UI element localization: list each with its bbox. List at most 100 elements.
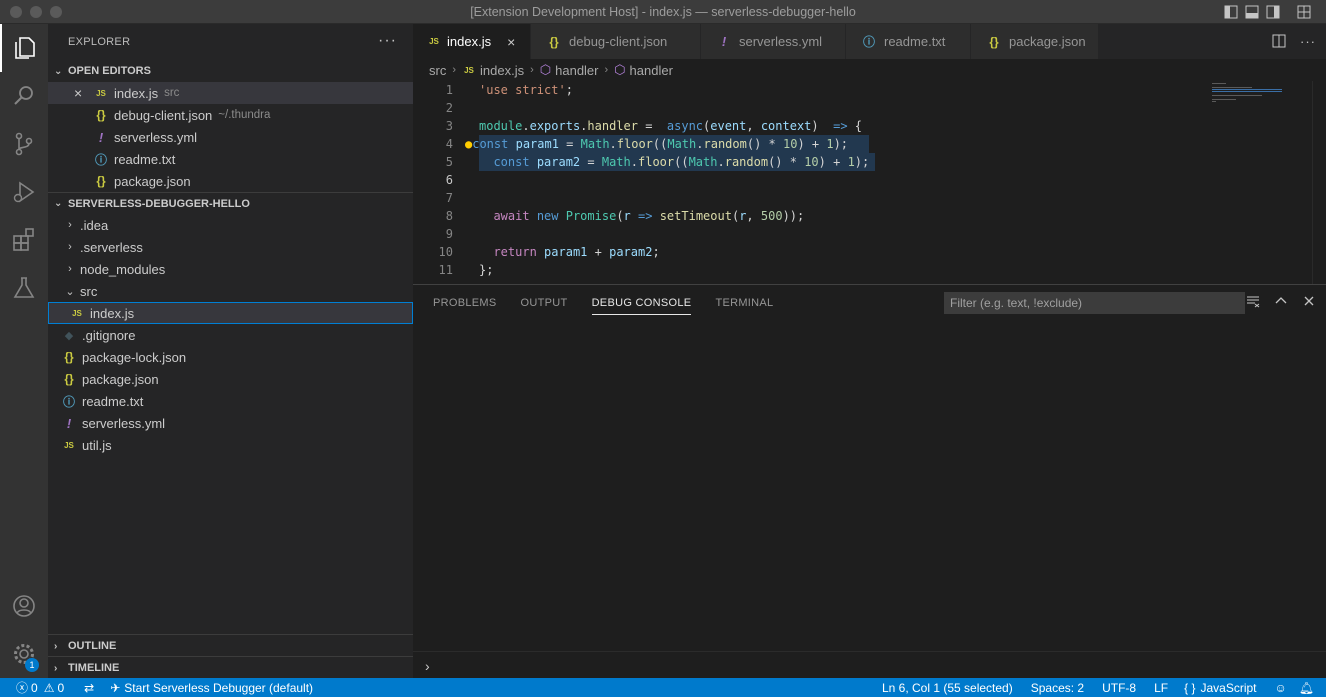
- open-editors-label: OPEN EDITORS: [68, 65, 151, 77]
- tab-debug-client-json[interactable]: {} debug-client.json: [531, 24, 701, 59]
- manage-activity[interactable]: 1: [0, 630, 48, 678]
- folder-item[interactable]: ⌄ src: [48, 280, 413, 302]
- file-item[interactable]: JS index.js: [48, 302, 413, 324]
- tab-output[interactable]: OUTPUT: [521, 285, 568, 320]
- encoding-status[interactable]: UTF-8: [1096, 678, 1142, 697]
- chevron-down-icon: ⌄: [65, 285, 75, 298]
- toggle-sidebar-icon[interactable]: [1224, 5, 1238, 19]
- minimap[interactable]: [1212, 81, 1312, 121]
- explorer-activity[interactable]: [0, 24, 48, 72]
- open-editor-name: debug-client.json: [114, 107, 213, 123]
- source-control-activity[interactable]: [0, 120, 48, 168]
- line-number: 3: [445, 119, 453, 133]
- testing-activity[interactable]: [0, 264, 48, 312]
- file-item[interactable]: JS util.js: [48, 434, 413, 456]
- editor-scrollbar[interactable]: [1312, 81, 1326, 284]
- yaml-file-icon: !: [98, 129, 104, 145]
- tab-problems[interactable]: PROBLEMS: [433, 285, 497, 320]
- problems-status[interactable]: ⓧ 0 ⚠ 0: [0, 678, 70, 697]
- outline-header[interactable]: › OUTLINE: [48, 635, 413, 657]
- breadcrumb-item[interactable]: index.js: [480, 63, 524, 78]
- warning-count: 0: [57, 680, 65, 695]
- feedback-status[interactable]: ☺: [1269, 678, 1293, 697]
- language-status[interactable]: { } JavaScript: [1178, 678, 1262, 697]
- close-icon[interactable]: ×: [74, 85, 92, 101]
- project-header[interactable]: ⌄ SERVERLESS-DEBUGGER-HELLO: [48, 192, 413, 214]
- console-prompt[interactable]: ›: [425, 658, 430, 674]
- folder-name: node_modules: [80, 261, 166, 277]
- debug-target-status[interactable]: ✈ Start Serverless Debugger (default): [104, 678, 319, 697]
- method-icon: ⬡: [614, 62, 626, 77]
- outline-label: OUTLINE: [68, 640, 117, 652]
- chevron-right-icon: ›: [68, 263, 72, 275]
- tab-label: package.json: [1009, 34, 1086, 49]
- more-actions-icon[interactable]: ···: [1300, 34, 1316, 49]
- console-input-divider: [413, 651, 1326, 652]
- tab-index-js[interactable]: JS index.js ×: [413, 24, 531, 59]
- run-debug-activity[interactable]: [0, 168, 48, 216]
- code-line: 9: [413, 225, 1213, 243]
- debug-console-filter-input[interactable]: Filter (e.g. text, !exclude): [944, 292, 1245, 314]
- open-editor-item[interactable]: ! serverless.yml: [48, 126, 413, 148]
- close-panel-icon[interactable]: [1302, 294, 1316, 308]
- debug-status[interactable]: ⇄: [78, 678, 100, 697]
- json-file-icon: {}: [989, 34, 999, 49]
- code-editor[interactable]: 1'use strict'; 2 3 module.exports.handler…: [413, 81, 1326, 284]
- tab-package-json[interactable]: {} package.json: [971, 24, 1099, 59]
- tab-debug-console[interactable]: DEBUG CONSOLE: [591, 285, 692, 320]
- file-item[interactable]: {} package.json: [48, 368, 413, 390]
- feedback-icon: ☺: [1274, 680, 1287, 695]
- maximize-panel-icon[interactable]: [1274, 294, 1288, 308]
- breadcrumb-item[interactable]: handler: [555, 63, 598, 78]
- notifications-status[interactable]: 🔔︎: [1293, 678, 1320, 697]
- clear-console-icon[interactable]: [1246, 294, 1260, 308]
- line-number: 7: [445, 191, 453, 205]
- file-name: serverless.yml: [82, 415, 166, 431]
- code-line: 7: [413, 189, 1213, 207]
- more-actions-icon[interactable]: ···: [378, 32, 397, 50]
- open-editor-desc: ~/.thundra: [218, 109, 271, 121]
- close-icon[interactable]: ×: [507, 34, 518, 50]
- file-item[interactable]: ◆ .gitignore: [48, 324, 413, 346]
- braces-icon: { }: [1184, 680, 1196, 695]
- open-editor-item[interactable]: {} debug-client.json ~/.thundra: [48, 104, 413, 126]
- code-line: 10 return param1 + param2;: [413, 243, 1213, 261]
- breadcrumb-item[interactable]: handler: [630, 63, 673, 78]
- toggle-panel-icon[interactable]: [1245, 5, 1259, 19]
- folder-item[interactable]: › .idea: [48, 214, 413, 236]
- tab-terminal[interactable]: TERMINAL: [715, 285, 773, 320]
- open-editor-item[interactable]: ⓘ readme.txt: [48, 148, 413, 170]
- indentation-status[interactable]: Spaces: 2: [1025, 678, 1090, 697]
- open-editor-item[interactable]: × JS index.js src: [48, 82, 413, 104]
- timeline-header[interactable]: › TIMELINE: [48, 657, 413, 679]
- open-editors-header[interactable]: ⌄ OPEN EDITORS: [48, 60, 413, 82]
- folder-item[interactable]: › .serverless: [48, 236, 413, 258]
- tab-serverless-yml[interactable]: ! serverless.yml: [701, 24, 846, 59]
- file-item[interactable]: {} package-lock.json: [48, 346, 413, 368]
- debug-icon: ⇄: [84, 680, 95, 695]
- code-line: 1'use strict';: [413, 81, 1213, 99]
- notification-badge: 1: [25, 658, 39, 672]
- file-item[interactable]: ! serverless.yml: [48, 412, 413, 434]
- file-item[interactable]: ⓘ readme.txt: [48, 390, 413, 412]
- cursor-position-status[interactable]: Ln 6, Col 1 (55 selected): [876, 678, 1019, 697]
- customize-layout-icon[interactable]: [1297, 5, 1311, 19]
- folder-item[interactable]: › node_modules: [48, 258, 413, 280]
- json-file-icon: {}: [64, 372, 74, 386]
- search-activity[interactable]: [0, 72, 48, 120]
- toggle-secondary-sidebar-icon[interactable]: [1266, 5, 1280, 19]
- accounts-activity[interactable]: [0, 582, 48, 630]
- eol-status[interactable]: LF: [1148, 678, 1174, 697]
- language-label: JavaScript: [1200, 680, 1257, 695]
- breadcrumb-item[interactable]: src: [429, 63, 446, 78]
- bottom-panel: PROBLEMS OUTPUT DEBUG CONSOLE TERMINAL F…: [413, 284, 1326, 678]
- files-icon: [15, 37, 35, 59]
- status-right: Ln 6, Col 1 (55 selected) Spaces: 2 UTF-…: [876, 678, 1320, 697]
- extensions-activity[interactable]: [0, 216, 48, 264]
- editor-actions: ···: [1272, 34, 1316, 49]
- status-bar: ⓧ 0 ⚠ 0 ⇄ ✈ Start Serverless Debugger (d…: [0, 678, 1326, 697]
- chevron-right-icon: ›: [54, 662, 58, 674]
- tab-readme-txt[interactable]: ⓘ readme.txt: [846, 24, 971, 59]
- open-editor-item[interactable]: {} package.json: [48, 170, 413, 192]
- split-editor-icon[interactable]: [1272, 34, 1286, 48]
